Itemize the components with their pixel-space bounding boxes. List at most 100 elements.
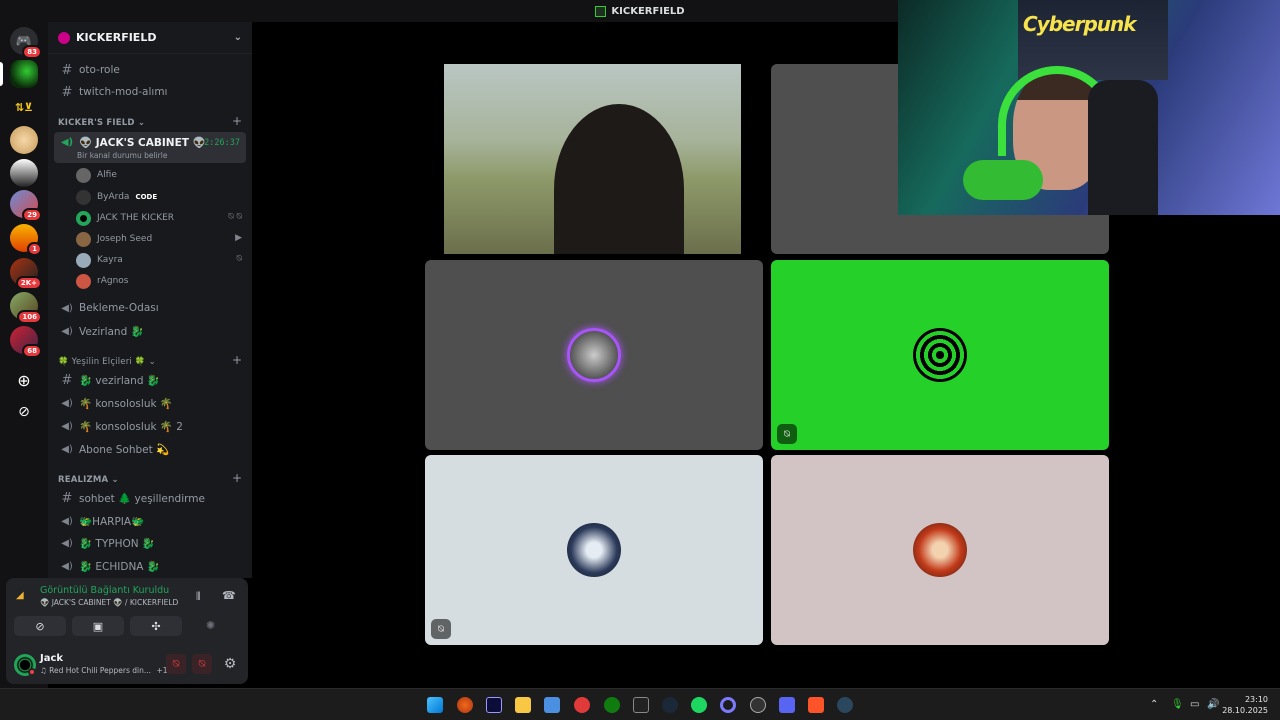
server-avatar-7[interactable]: 68 [10,326,42,358]
epic-games-icon[interactable] [633,697,649,713]
add-channel-icon[interactable]: + [232,471,242,485]
voice-user-byarda[interactable]: ByArda CODE [76,188,157,206]
monitor-icon[interactable] [544,697,560,713]
unread-badge: 1 [27,242,42,256]
krisp-icon[interactable]: ✺ [206,619,215,632]
voice-user-kayra[interactable]: Kayra [76,251,123,269]
user-activity: ♫ Red Hot Chili Peppers din... +1 [40,666,168,675]
category-kickers-field[interactable]: KICKER'S FIELD ⌄ [58,118,145,128]
user-name[interactable]: Jack [40,653,63,664]
streamer-webcam: Cyberpunk [898,0,1280,215]
server-kickerfield[interactable] [10,60,38,88]
server-gold[interactable]: ⇅⊻ [10,93,38,121]
start-icon[interactable] [427,697,443,713]
connection-status[interactable]: Görüntülü Bağlantı Kuruldu [40,585,169,596]
network-icon[interactable]: ▭ [1190,699,1199,710]
steam-icon[interactable] [662,697,678,713]
poster-text: Cyberpunk [1023,12,1137,36]
channel-konsolosluk-2[interactable]: ◀) 🌴 konsolosluk 🌴 2 [54,416,246,436]
discover-icon[interactable]: ⊘ [10,398,38,426]
server-avatar-4[interactable]: 1 [10,224,42,256]
voice-user-ragnos[interactable]: rAgnos [76,272,128,290]
category-yesilin-elcileri[interactable]: 🍀 Yeşilin Elçileri 🍀 ⌄ [58,357,156,367]
camera-icon: ▶ [235,233,242,243]
hash-icon: # [61,62,73,78]
add-channel-icon[interactable]: + [232,353,242,367]
channel-abone-sohbet[interactable]: ◀) Abone Sohbet 💫 [54,439,246,459]
person-silhouette [554,104,684,254]
clock[interactable]: 23:10 28.10.2025 [1222,694,1268,716]
screen-share-button[interactable]: ▣ [72,616,124,636]
disconnect-icon[interactable]: ☎ [222,589,236,602]
channel-echidna[interactable]: ◀) 🐉 ECHIDNA 🐉 [54,556,246,576]
avatar [76,210,91,226]
server-avatar-2[interactable] [10,159,38,187]
channel-status[interactable]: Bir kanal durumu belirle [77,151,167,160]
direct-messages-icon[interactable]: 🎮 83 [10,27,42,59]
chevron-down-icon: ⌄ [233,32,242,43]
channel-konsolosluk[interactable]: ◀) 🌴 konsolosluk 🌴 [54,393,246,413]
server-avatar-1[interactable] [10,126,38,154]
camera-off-button[interactable]: ⊘ [14,616,66,636]
xbox-icon[interactable] [604,697,620,713]
channel-sohbet[interactable]: # sohbet 🌲 yeşillendirme [54,488,246,508]
browser-icon[interactable] [457,697,473,713]
activities-button[interactable]: ✣ [130,616,182,636]
selected-server-indicator [0,62,3,86]
video-tile-user-a[interactable] [425,260,763,450]
folder-icon[interactable] [515,697,531,713]
volume-icon[interactable]: 🔊 [1207,699,1219,710]
settings-gear-icon[interactable]: ⚙ [220,654,240,674]
steam-icon-2[interactable] [837,697,853,713]
mic-muted-icon[interactable]: ⍉ [166,654,186,674]
channel-oto-role[interactable]: # oto-role [54,60,246,80]
server-avatar-6[interactable]: 106 [10,292,42,324]
channel-label: 🐉 TYPHON 🐉 [79,537,155,550]
add-server-icon[interactable]: ⊕ [10,366,38,394]
mic-icon[interactable]: 🎙 [1171,699,1184,710]
video-tile-camera[interactable] [444,64,741,254]
brave-icon[interactable] [808,697,824,713]
server-header[interactable]: KICKERFIELD ⌄ [48,22,252,54]
user-tag: CODE [135,193,158,201]
tray-chevron-icon[interactable]: ⌃ [1150,699,1158,710]
category-realizma[interactable]: REALIZMA ⌄ [58,475,119,485]
discord-icon[interactable] [779,697,795,713]
channel-sidebar: KICKERFIELD ⌄ # oto-role # twitch-mod-alım… [48,22,252,578]
video-tile-user-b[interactable]: ⍉ [771,260,1109,450]
soundboard-icon[interactable]: ⫴ [196,590,201,604]
voice-user-jack-the-kicker[interactable]: JACK THE KICKER [76,209,174,227]
unread-badge: 29 [22,208,42,222]
speaker-icon: ◀) [61,397,73,409]
mic-muted-badge: ⍉ [431,619,451,639]
deafen-icon[interactable]: ⍉ [192,654,212,674]
avatar [76,189,91,205]
server-avatar-3[interactable]: 29 [10,190,42,222]
spotify-icon[interactable] [691,697,707,713]
channel-twitch-mod[interactable]: # twitch-mod-alımı [54,82,246,102]
user-status-dnd [28,668,36,676]
github-icon[interactable] [750,697,766,713]
add-channel-icon[interactable]: + [232,114,242,128]
voice-user-joseph-seed[interactable]: Joseph Seed [76,230,152,248]
mic-muted-icon: ⍉ [236,254,242,264]
connection-location[interactable]: 👽 JACK'S CABINET 👽 / KICKERFIELD [40,598,178,607]
hash-icon: # [61,372,73,388]
circle-app-icon[interactable] [720,697,736,713]
voice-user-alfie[interactable]: Alfie [76,166,117,184]
speaker-icon: ◀) [61,420,73,432]
video-tile-user-d[interactable] [771,455,1109,645]
video-tile-user-c[interactable]: ⍉ [425,455,763,645]
server-avatar-5[interactable]: 2K+ [10,258,42,290]
taskbar: ⌃ 🎙 ▭ 🔊 23:10 28.10.2025 [0,688,1280,720]
channel-vezirland-text[interactable]: # 🐉 vezirland 🐉 [54,370,246,390]
channel-vezirland-voice[interactable]: ◀) Vezirland 🐉 [54,321,246,341]
premiere-icon[interactable] [486,697,502,713]
channel-bekleme-odasi[interactable]: ◀) Bekleme-Odası [54,298,246,318]
server-name: KICKERFIELD [76,31,157,44]
unread-badge: 106 [17,310,42,324]
channel-typhon[interactable]: ◀) 🐉 TYPHON 🐉 [54,533,246,553]
record-icon[interactable] [574,697,590,713]
channel-harpia[interactable]: ◀) 🐲HARPIA🐲 [54,511,246,531]
unread-badge: 2K+ [15,276,42,290]
